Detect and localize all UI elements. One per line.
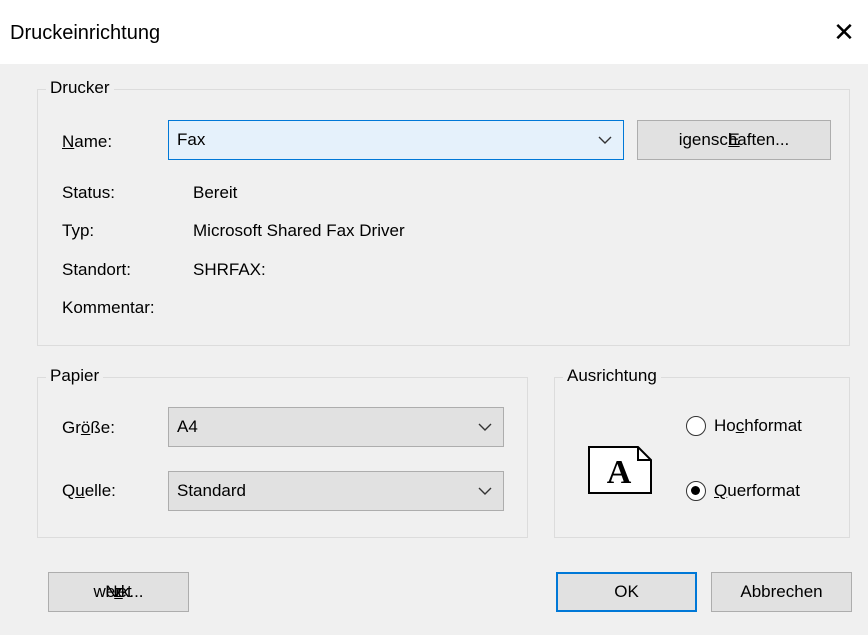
paper-size-accel: ö — [80, 418, 91, 437]
printer-name-label: Name: — [62, 132, 112, 152]
status-value: Bereit — [193, 183, 238, 202]
landscape-radio-dot — [691, 486, 700, 495]
printer-name-combobox[interactable]: Fax — [168, 120, 624, 160]
page-orientation-letter: A — [607, 454, 632, 491]
cancel-label: Abbrechen — [740, 582, 823, 601]
paper-size-label-pre: Gr — [62, 418, 81, 437]
close-icon[interactable]: ✕ — [830, 18, 858, 46]
properties-label-rest: igenschaften... — [678, 130, 790, 149]
chevron-down-icon — [478, 487, 492, 495]
status-label: Status: — [62, 183, 115, 202]
network-button[interactable]: Net z werk... — [48, 572, 189, 612]
portrait-label[interactable]: Hochformat — [714, 416, 802, 436]
paper-source-accel: u — [75, 481, 85, 500]
type-value: Microsoft Shared Fax Driver — [193, 221, 405, 240]
print-setup-dialog: Druckeinrichtung ✕ Drucker Name: Fax Eig… — [0, 0, 868, 635]
ok-label: OK — [614, 582, 639, 601]
chevron-down-icon — [598, 136, 612, 144]
properties-button[interactable]: Eigenschaften... — [637, 120, 831, 160]
paper-size-value: A4 — [177, 417, 198, 436]
printer-group-label: Drucker — [46, 78, 114, 98]
printer-name-value: Fax — [177, 130, 206, 149]
portrait-label-pre: Ho — [714, 416, 736, 435]
printer-name-label-rest: ame: — [74, 132, 113, 151]
printer-name-accel: N — [62, 132, 75, 151]
comment-label: Kommentar: — [62, 298, 155, 317]
chevron-down-icon — [478, 423, 492, 431]
paper-size-combobox[interactable]: A4 — [168, 407, 504, 447]
network-label-post: werk... — [93, 582, 144, 601]
paper-group-label: Papier — [46, 366, 104, 386]
portrait-accel: c — [735, 416, 745, 435]
type-label: Typ: — [62, 221, 95, 240]
paper-group: Papier — [37, 366, 528, 538]
landscape-accel: Q — [714, 481, 728, 500]
portrait-radio[interactable] — [686, 416, 706, 436]
ok-button[interactable]: OK — [556, 572, 697, 612]
orientation-group-label: Ausrichtung — [563, 366, 661, 386]
location-value: SHRFAX: — [193, 260, 266, 279]
paper-source-label: Quelle: — [62, 481, 116, 501]
paper-source-label-post: elle: — [84, 481, 116, 500]
page-orientation-icon: A — [588, 446, 652, 494]
location-label: Standort: — [62, 260, 131, 279]
paper-source-label-pre: Q — [62, 481, 76, 500]
title-bar: Druckeinrichtung ✕ — [0, 0, 868, 64]
dialog-title: Druckeinrichtung — [10, 22, 161, 44]
landscape-radio[interactable] — [686, 481, 706, 501]
portrait-label-post: hformat — [744, 416, 802, 435]
paper-source-combobox[interactable]: Standard — [168, 471, 504, 511]
landscape-label[interactable]: Querformat — [714, 481, 800, 501]
paper-size-label-post: ße: — [90, 418, 115, 437]
cancel-button[interactable]: Abbrechen — [711, 572, 852, 612]
paper-source-value: Standard — [177, 481, 246, 500]
landscape-label-post: uerformat — [727, 481, 800, 500]
paper-size-label: Größe: — [62, 418, 115, 438]
